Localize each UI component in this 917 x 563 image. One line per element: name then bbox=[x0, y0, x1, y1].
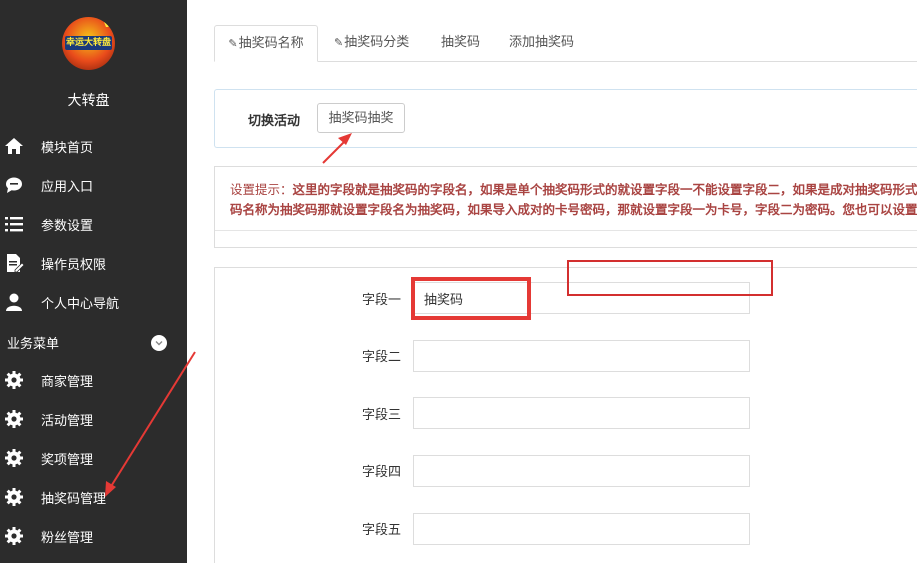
sidebar-item-prize-management[interactable]: 奖项管理 bbox=[0, 440, 187, 476]
tab-lottery-code[interactable]: 抽奖码 bbox=[441, 25, 480, 62]
divider bbox=[215, 230, 917, 231]
hint-prefix: 设置提示： bbox=[230, 182, 293, 197]
sidebar-item-fans-management[interactable]: 粉丝管理 bbox=[0, 518, 187, 554]
home-icon bbox=[3, 135, 25, 157]
field-form-panel: 字段一 字段二 字段三 字段四 字段五 bbox=[214, 267, 917, 563]
sidebar: V 幸运大转盘 大转盘 模块首页 应用入口 参数设置 操作员权限 个人中心导航 … bbox=[0, 0, 187, 563]
business-menu-header[interactable]: 业务菜单 bbox=[0, 327, 187, 357]
field-5-label: 字段五 bbox=[362, 523, 402, 538]
settings-hint-panel: 设置提示：这里的字段就是抽奖码的字段名，如果是单个抽奖码形式的就设置字段一不能设… bbox=[214, 166, 917, 248]
tab-bar: ✎抽奖码名称 ✎抽奖码分类 抽奖码 添加抽奖码 bbox=[214, 25, 917, 62]
field-5-input[interactable] bbox=[413, 513, 750, 545]
sidebar-item-merchant-management[interactable]: 商家管理 bbox=[0, 362, 187, 398]
sidebar-item-operator-permissions[interactable]: 操作员权限 bbox=[0, 245, 187, 281]
field-1-label: 字段一 bbox=[362, 293, 402, 308]
sidebar-item-lottery-code-management[interactable]: 抽奖码管理 bbox=[0, 479, 187, 515]
gear-icon bbox=[3, 447, 25, 469]
tab-label: 添加抽奖码 bbox=[509, 35, 575, 50]
avatar-logo-text: 幸运大转盘 bbox=[65, 36, 112, 50]
hint-line-2: 码名称为抽奖码那就设置字段名为抽奖码，如果导入成对的卡号密码，那就设置字段一为卡… bbox=[230, 202, 917, 217]
app-title: 大转盘 bbox=[67, 93, 110, 109]
field-4-input[interactable] bbox=[413, 455, 750, 487]
sidebar-item-personal-center-nav[interactable]: 个人中心导航 bbox=[0, 284, 187, 320]
gear-icon bbox=[3, 408, 25, 430]
gear-icon bbox=[3, 369, 25, 391]
sidebar-item-label: 参数设置 bbox=[41, 218, 94, 234]
sidebar-item-app-entry[interactable]: 应用入口 bbox=[0, 167, 187, 203]
switch-activity-button[interactable]: 抽奖码抽奖 bbox=[317, 103, 405, 133]
gear-icon bbox=[3, 525, 25, 547]
sidebar-item-label: 活动管理 bbox=[41, 413, 94, 429]
sidebar-item-label: 应用入口 bbox=[41, 179, 94, 195]
sidebar-item-label: 个人中心导航 bbox=[41, 296, 120, 312]
tab-label: 抽奖码 bbox=[441, 35, 481, 50]
sidebar-item-module-home[interactable]: 模块首页 bbox=[0, 128, 187, 164]
edit-icon: ✎ bbox=[228, 37, 238, 50]
annotation-highlight-box bbox=[567, 260, 773, 296]
document-edit-icon bbox=[3, 252, 25, 274]
sidebar-item-label: 模块首页 bbox=[41, 140, 94, 156]
switch-activity-label: 切换活动 bbox=[248, 114, 301, 129]
field-2-input[interactable] bbox=[413, 340, 750, 372]
sidebar-item-label: 奖项管理 bbox=[41, 452, 94, 468]
tab-add-lottery-code[interactable]: 添加抽奖码 bbox=[509, 25, 574, 62]
switch-activity-panel: 切换活动 抽奖码抽奖 bbox=[214, 89, 917, 148]
page: V 幸运大转盘 大转盘 模块首页 应用入口 参数设置 操作员权限 个人中心导航 … bbox=[0, 0, 917, 563]
field-3-label: 字段三 bbox=[362, 408, 402, 423]
sidebar-item-activity-management[interactable]: 活动管理 bbox=[0, 401, 187, 437]
avatar-mark: V bbox=[103, 19, 111, 30]
field-2-label: 字段二 bbox=[362, 350, 402, 365]
field-3-input[interactable] bbox=[413, 397, 750, 429]
tab-label: 抽奖码分类 bbox=[344, 35, 410, 50]
sidebar-item-label: 粉丝管理 bbox=[41, 530, 94, 546]
tab-lottery-code-category[interactable]: ✎抽奖码分类 bbox=[334, 25, 409, 62]
tab-lottery-code-name[interactable]: ✎抽奖码名称 bbox=[214, 25, 318, 62]
hint-line-1: 这里的字段就是抽奖码的字段名，如果是单个抽奖码形式的就设置字段一不能设置字段二，… bbox=[292, 182, 917, 197]
annotation-highlight-field-1 bbox=[411, 277, 531, 320]
user-icon bbox=[3, 291, 25, 313]
chat-bubble-icon bbox=[3, 174, 25, 196]
edit-icon: ✎ bbox=[334, 36, 344, 49]
chevron-down-icon[interactable] bbox=[151, 335, 167, 351]
section-label: 业务菜单 bbox=[7, 336, 60, 352]
sidebar-item-label: 商家管理 bbox=[41, 374, 94, 390]
settings-hint: 设置提示：这里的字段就是抽奖码的字段名，如果是单个抽奖码形式的就设置字段一不能设… bbox=[230, 180, 917, 220]
gear-icon bbox=[3, 486, 25, 508]
avatar: V 幸运大转盘 bbox=[62, 17, 115, 70]
sidebar-item-label: 操作员权限 bbox=[41, 257, 107, 273]
sidebar-item-params[interactable]: 参数设置 bbox=[0, 206, 187, 242]
sidebar-item-label: 抽奖码管理 bbox=[41, 491, 107, 507]
tab-label: 抽奖码名称 bbox=[238, 36, 304, 51]
field-4-label: 字段四 bbox=[362, 465, 402, 480]
list-icon bbox=[3, 213, 25, 235]
